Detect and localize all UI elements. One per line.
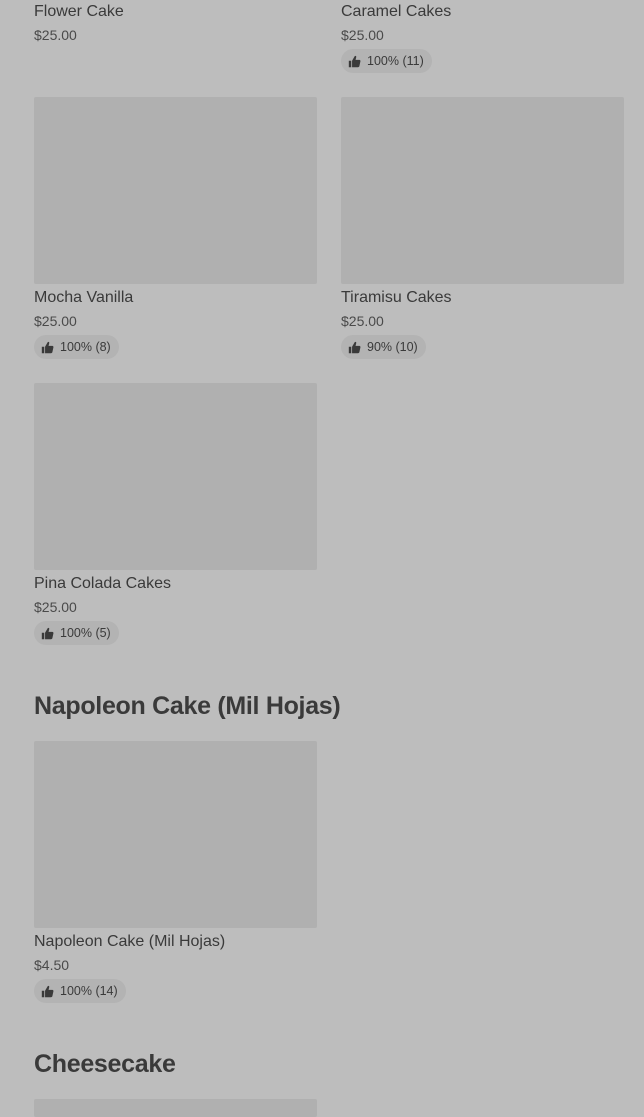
item-name: Mocha Vanilla xyxy=(34,289,134,306)
menu-item-card[interactable] xyxy=(34,1099,317,1117)
rating-text: 100% (8) xyxy=(60,340,111,354)
item-price: $25.00 xyxy=(34,313,77,329)
item-name: Caramel Cakes xyxy=(341,3,452,20)
menu-item-card[interactable]: Pina Colada Cakes $25.00 100% (5) xyxy=(34,383,317,645)
item-name: Pina Colada Cakes xyxy=(34,575,171,592)
item-name: Tiramisu Cakes xyxy=(341,289,452,306)
rating-badge: 100% (14) xyxy=(34,979,126,1003)
item-price: $25.00 xyxy=(34,27,77,43)
item-image xyxy=(34,1099,317,1117)
item-image xyxy=(34,383,317,570)
item-image xyxy=(341,97,624,284)
menu-item-card[interactable]: Tiramisu Cakes $25.00 90% (10) xyxy=(341,97,624,359)
item-image xyxy=(34,741,317,928)
item-name: Napoleon Cake (Mil Hojas) xyxy=(34,933,226,950)
thumbs-up-icon xyxy=(348,341,361,353)
menu-page: Flower Cake $25.00 Caramel Cakes $25.00 … xyxy=(0,0,644,1117)
thumbs-up-icon xyxy=(41,341,54,353)
rating-text: 100% (5) xyxy=(60,626,111,640)
item-price: $25.00 xyxy=(341,27,384,43)
item-image xyxy=(34,97,317,284)
menu-item-card[interactable]: Mocha Vanilla $25.00 100% (8) xyxy=(34,97,317,359)
menu-item-card[interactable]: Napoleon Cake (Mil Hojas) $4.50 100% (14… xyxy=(34,741,317,1003)
rating-badge: 100% (11) xyxy=(341,49,432,73)
rating-badge: 100% (5) xyxy=(34,621,119,645)
section-heading: Napoleon Cake (Mil Hojas) xyxy=(34,692,341,720)
section-heading: Cheesecake xyxy=(34,1050,176,1078)
item-price: $4.50 xyxy=(34,957,70,973)
item-price: $25.00 xyxy=(341,313,384,329)
rating-badge: 100% (8) xyxy=(34,335,119,359)
thumbs-up-icon xyxy=(41,627,54,639)
thumbs-up-icon xyxy=(348,55,361,67)
rating-text: 90% (10) xyxy=(367,340,418,354)
rating-badge: 90% (10) xyxy=(341,335,426,359)
thumbs-up-icon xyxy=(41,985,54,997)
rating-text: 100% (14) xyxy=(60,984,118,998)
item-price: $25.00 xyxy=(34,599,77,615)
rating-text: 100% (11) xyxy=(367,54,424,68)
item-name: Flower Cake xyxy=(34,3,124,20)
